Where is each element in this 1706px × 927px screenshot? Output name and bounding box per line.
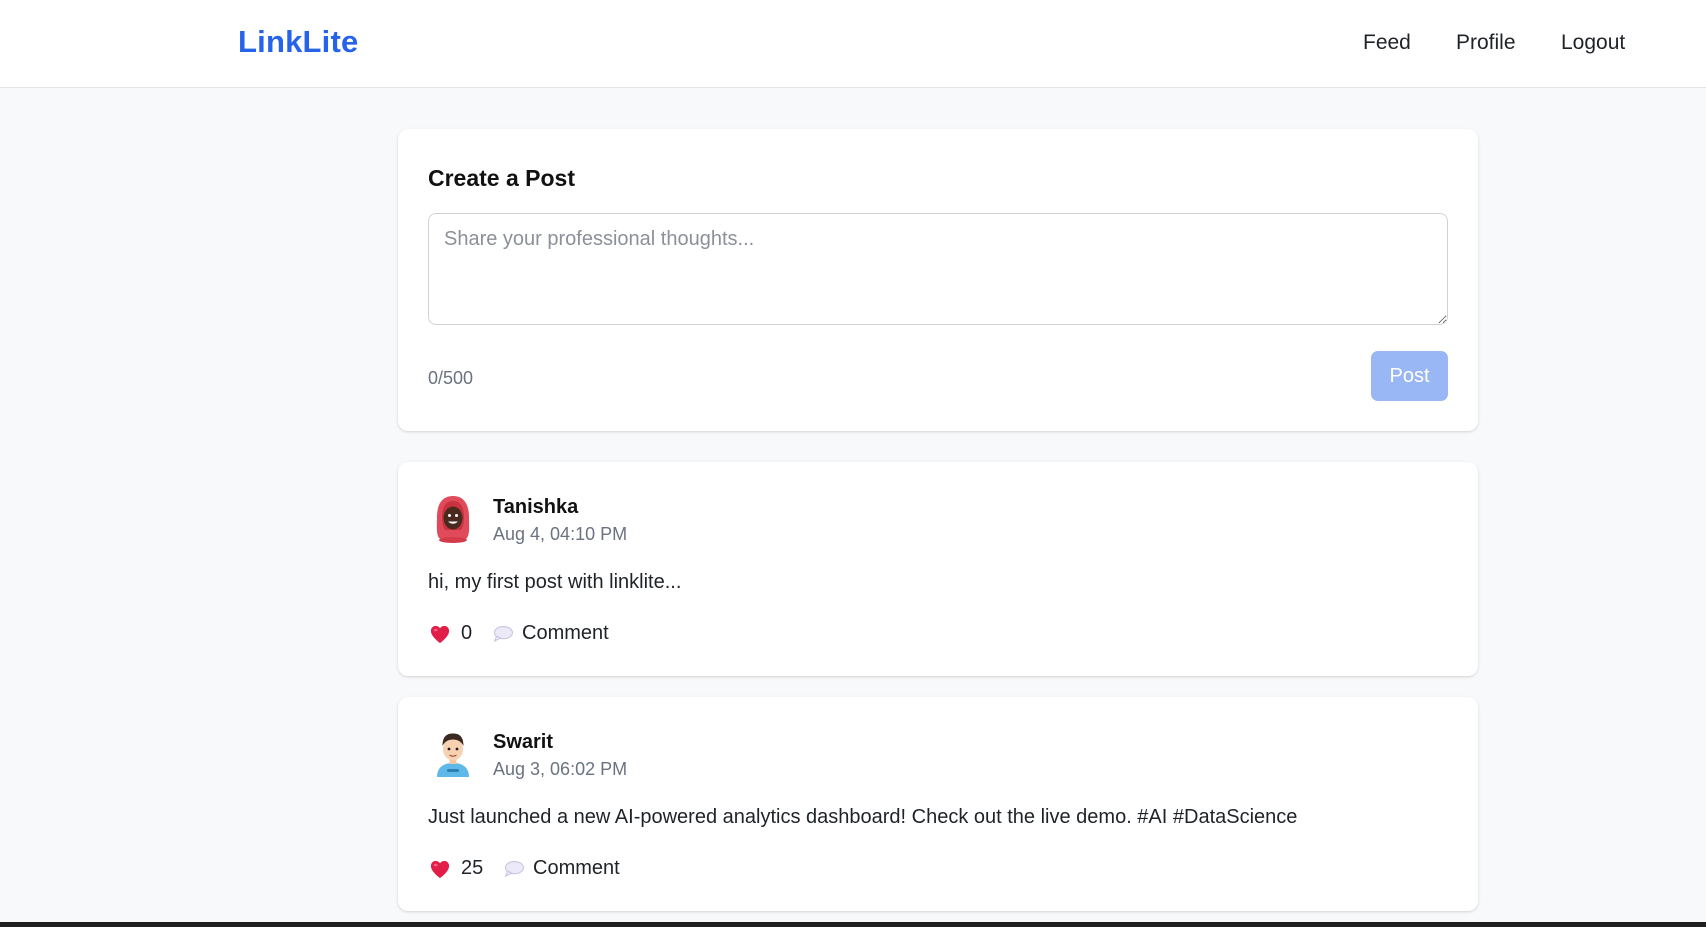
- nav-link-feed[interactable]: Feed: [1363, 31, 1411, 55]
- heart-icon: [430, 625, 450, 643]
- create-post-title: Create a Post: [428, 165, 576, 191]
- speech-bubble-icon: [493, 625, 513, 642]
- post-card: Swarit Aug 3, 06:02 PM Just launched a n…: [398, 697, 1478, 911]
- brand-logo[interactable]: LinkLite: [238, 24, 358, 60]
- comment-label: Comment: [533, 857, 620, 879]
- window-bottom-edge: [0, 922, 1706, 927]
- top-navbar: LinkLite Feed Profile Logout: [0, 0, 1706, 88]
- comment-button[interactable]: Comment: [492, 622, 609, 645]
- post-body: hi, my first post with linklite...: [428, 571, 682, 593]
- woman-hijab-avatar-icon: [431, 493, 475, 543]
- like-button[interactable]: 0: [429, 622, 472, 645]
- like-count: 25: [461, 857, 484, 879]
- like-count: 0: [461, 622, 473, 644]
- man-avatar-icon: [431, 728, 475, 778]
- create-post-card: Create a Post 0/500 Post: [398, 129, 1478, 431]
- post-timestamp: Aug 4, 04:10 PM: [493, 524, 628, 544]
- post-timestamp: Aug 3, 06:02 PM: [493, 759, 628, 779]
- post-body: Just launched a new AI-powered analytics…: [428, 806, 1298, 828]
- author-name[interactable]: Tanishka: [493, 496, 578, 519]
- nav-link-profile[interactable]: Profile: [1456, 31, 1516, 55]
- comment-button[interactable]: Comment: [503, 857, 620, 880]
- author-name[interactable]: Swarit: [493, 731, 553, 754]
- post-button[interactable]: Post: [1371, 351, 1448, 401]
- heart-icon: [430, 860, 450, 878]
- speech-bubble-icon: [504, 860, 524, 877]
- comment-label: Comment: [522, 622, 609, 644]
- nav-link-logout[interactable]: Logout: [1561, 31, 1625, 55]
- post-input[interactable]: [428, 213, 1448, 325]
- like-button[interactable]: 25: [429, 857, 483, 880]
- char-count: 0/500: [428, 368, 474, 388]
- post-card: Tanishka Aug 4, 04:10 PM hi, my first po…: [398, 462, 1478, 676]
